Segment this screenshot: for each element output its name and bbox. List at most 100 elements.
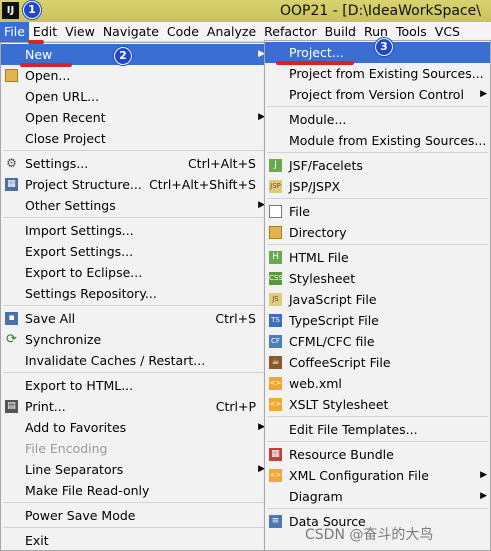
submenu-arrow-icon: ▶: [480, 89, 487, 99]
new-menu-directory[interactable]: Directory: [265, 222, 490, 243]
menu-build[interactable]: Build: [321, 22, 360, 42]
menu-separator: [267, 244, 488, 245]
project-structure-icon: ▦: [5, 178, 18, 191]
new-submenu: Project... Project from Existing Sources…: [264, 40, 491, 551]
menu-edit[interactable]: Edit: [29, 22, 61, 42]
file-menu-add-favorites[interactable]: Add to Favorites ▶: [1, 417, 268, 438]
menu-analyze[interactable]: Analyze: [203, 22, 260, 42]
menu-vcs[interactable]: VCS: [431, 22, 464, 42]
coffeescript-icon: ☕: [269, 356, 282, 369]
xml-config-icon: <>: [269, 469, 282, 482]
red-underline-marker: [20, 63, 72, 67]
file-menu-other-settings[interactable]: Other Settings ▶: [1, 195, 268, 216]
csdn-watermark: CSDN @奋斗的大鸟: [305, 527, 434, 543]
new-menu-coffeescript[interactable]: ☕ CoffeeScript File: [265, 352, 490, 373]
shortcut-label: Ctrl+Alt+S: [187, 156, 256, 171]
file-menu-make-read-only[interactable]: Make File Read-only: [1, 480, 268, 501]
file-menu-exit[interactable]: Exit: [1, 530, 268, 551]
file-menu-close-project[interactable]: Close Project: [1, 128, 268, 149]
new-menu-xml-config[interactable]: <> XML Configuration File ▶: [265, 465, 490, 486]
menu-tools[interactable]: Tools: [392, 22, 431, 42]
step-badge-1: 1: [23, 1, 41, 19]
new-menu-jsp[interactable]: JSP JSP/JSPX: [265, 176, 490, 197]
file-menu-settings[interactable]: ⚙ Settings... Ctrl+Alt+S: [1, 153, 268, 174]
menu-separator: [267, 106, 488, 107]
xslt-icon: <>: [269, 398, 282, 411]
red-underline-marker: [28, 40, 44, 44]
new-menu-diagram[interactable]: Diagram ▶: [265, 486, 490, 507]
shortcut-label: Ctrl+S: [215, 311, 256, 326]
file-menu-dropdown: New ▶ Open... Open URL... Open Recent ▶ …: [0, 42, 269, 551]
file-menu-synchronize[interactable]: ⟳ Synchronize: [1, 329, 268, 350]
file-menu-export-eclipse[interactable]: Export to Eclipse...: [1, 262, 268, 283]
new-menu-file[interactable]: File: [265, 201, 490, 222]
menu-separator: [3, 502, 266, 503]
file-icon: [269, 205, 282, 218]
new-menu-edit-templates[interactable]: Edit File Templates...: [265, 419, 490, 440]
data-source-icon: ≡: [269, 515, 282, 528]
file-menu-line-separators[interactable]: Line Separators ▶: [1, 459, 268, 480]
file-menu-print[interactable]: ▤ Print... Ctrl+P: [1, 396, 268, 417]
menu-separator: [267, 416, 488, 417]
menu-separator: [3, 305, 266, 306]
new-menu-project-existing[interactable]: Project from Existing Sources...: [265, 63, 490, 84]
print-icon: ▤: [5, 400, 18, 413]
menu-refactor[interactable]: Refactor: [260, 22, 320, 42]
file-menu-invalidate-caches[interactable]: Invalidate Caches / Restart...: [1, 350, 268, 371]
menu-view[interactable]: View: [61, 22, 99, 42]
jsp-icon: JSP: [269, 180, 282, 193]
file-menu-settings-repository[interactable]: Settings Repository...: [1, 283, 268, 304]
menu-navigate[interactable]: Navigate: [99, 22, 163, 42]
menu-file[interactable]: File: [0, 22, 29, 42]
new-menu-module[interactable]: Module...: [265, 109, 490, 130]
new-menu-cfml[interactable]: CF CFML/CFC file: [265, 331, 490, 352]
new-menu-typescript[interactable]: TS TypeScript File: [265, 310, 490, 331]
new-menu-resource-bundle[interactable]: ▦ Resource Bundle: [265, 444, 490, 465]
new-menu-xslt[interactable]: <> XSLT Stylesheet: [265, 394, 490, 415]
jsf-icon: J: [269, 159, 282, 172]
step-badge-3: 3: [375, 38, 393, 56]
new-menu-html-file[interactable]: H HTML File: [265, 247, 490, 268]
menu-separator: [267, 441, 488, 442]
new-menu-stylesheet[interactable]: CSS Stylesheet: [265, 268, 490, 289]
file-menu-open[interactable]: Open...: [1, 65, 268, 86]
file-menu-open-url[interactable]: Open URL...: [1, 86, 268, 107]
new-menu-javascript[interactable]: JS JavaScript File: [265, 289, 490, 310]
new-menu-jsf[interactable]: J JSF/Facelets: [265, 155, 490, 176]
sync-icon: ⟳: [6, 332, 17, 347]
menu-bar: File Edit View Navigate Code Analyze Ref…: [0, 22, 491, 42]
file-menu-project-structure[interactable]: ▦ Project Structure... Ctrl+Alt+Shift+S: [1, 174, 268, 195]
folder-icon: [5, 69, 18, 82]
window-title: OOP21 - [D:\IdeaWorkSpace\: [280, 3, 481, 19]
intellij-app-icon[interactable]: IJ: [2, 2, 19, 19]
menu-separator: [267, 152, 488, 153]
menu-separator: [267, 198, 488, 199]
menu-code[interactable]: Code: [163, 22, 203, 42]
gear-icon: ⚙: [6, 156, 17, 170]
resource-bundle-icon: ▦: [269, 448, 282, 461]
html-icon: H: [269, 251, 282, 264]
typescript-icon: TS: [269, 314, 282, 327]
xml-icon: <>: [269, 377, 282, 390]
menu-separator: [3, 372, 266, 373]
file-menu-open-recent[interactable]: Open Recent ▶: [1, 107, 268, 128]
submenu-arrow-icon: ▶: [480, 491, 487, 501]
new-menu-module-existing[interactable]: Module from Existing Sources...: [265, 130, 490, 151]
file-menu-power-save[interactable]: Power Save Mode: [1, 505, 268, 526]
menu-separator: [267, 508, 488, 509]
file-menu-export-settings[interactable]: Export Settings...: [1, 241, 268, 262]
file-menu-save-all[interactable]: ▪ Save All Ctrl+S: [1, 308, 268, 329]
file-menu-import-settings[interactable]: Import Settings...: [1, 220, 268, 241]
new-menu-project-vcs[interactable]: Project from Version Control ▶: [265, 84, 490, 105]
css-icon: CSS: [269, 272, 283, 285]
javascript-icon: JS: [269, 293, 282, 306]
step-badge-2: 2: [114, 47, 132, 65]
cfml-icon: CF: [269, 335, 282, 348]
shortcut-label: Ctrl+P: [215, 399, 256, 414]
menu-separator: [3, 217, 266, 218]
file-menu-export-html[interactable]: Export to HTML...: [1, 375, 268, 396]
folder-icon: [269, 226, 282, 239]
file-menu-new[interactable]: New ▶: [1, 44, 268, 65]
file-menu-file-encoding: File Encoding: [25, 441, 108, 456]
new-menu-web-xml[interactable]: <> web.xml: [265, 373, 490, 394]
